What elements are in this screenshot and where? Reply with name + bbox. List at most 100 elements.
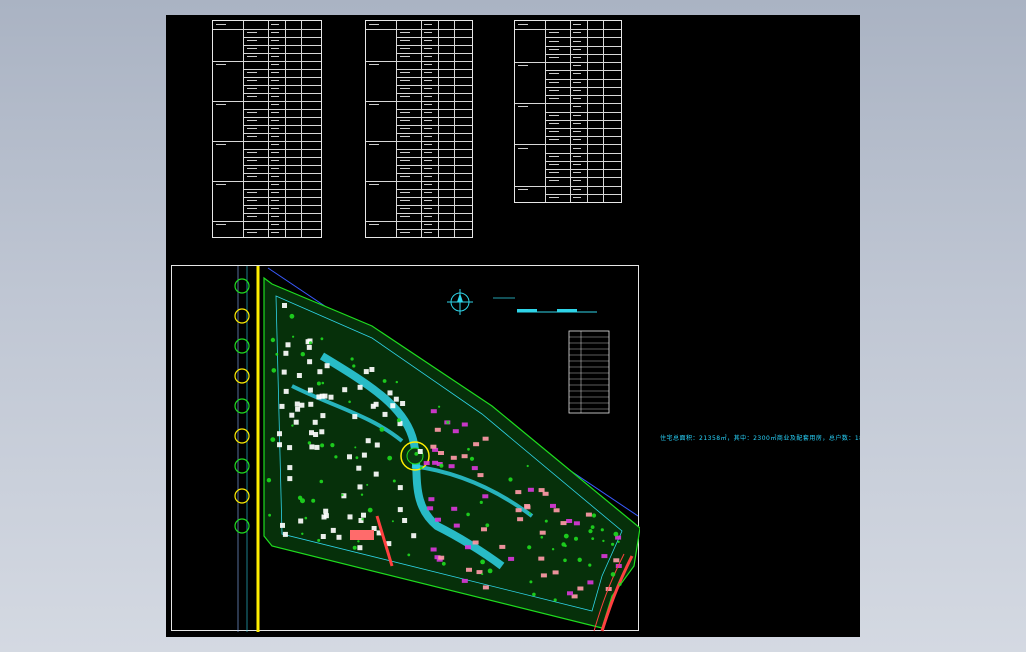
tree-symbol (311, 498, 316, 503)
building-footprint (448, 464, 455, 469)
table-cell-mark (247, 152, 257, 153)
building-footprint (527, 487, 534, 492)
table-row-line (243, 149, 321, 150)
table-cell-mark (216, 64, 226, 65)
building-footprint (320, 413, 326, 419)
tree-symbol (367, 507, 373, 513)
tree-symbol (407, 553, 411, 557)
building-footprint (319, 429, 325, 435)
table-cell-mark (549, 155, 559, 157)
table-cell-mark (271, 128, 279, 129)
table-row-line (396, 53, 472, 54)
building-footprint (481, 527, 487, 532)
tree-symbol (330, 443, 335, 448)
table-cell-mark (549, 40, 559, 42)
table-cell-mark (424, 232, 432, 233)
tree-symbol (321, 381, 325, 385)
building-footprint (387, 390, 393, 396)
table-cell-mark (424, 72, 432, 73)
table-column-line (570, 21, 571, 202)
table-cell-mark (549, 196, 559, 198)
table-cell-mark (271, 232, 279, 233)
tree-symbol (316, 381, 321, 386)
tree-symbol (611, 542, 615, 546)
table-row-line (396, 45, 472, 46)
table-row-line (366, 29, 472, 30)
table-row-line (545, 70, 621, 72)
cad-drawing-canvas[interactable]: 住宅总面积：21358㎡，其中：2300㎡商业及配套用房，总户数：183户 (166, 15, 860, 637)
building-footprint (277, 431, 282, 437)
building-footprint (373, 471, 379, 477)
table-column-line (301, 21, 302, 237)
entrance-building (350, 530, 374, 540)
table-cell-mark (247, 176, 257, 177)
table-cell-mark (573, 114, 581, 116)
building-footprint (553, 508, 560, 513)
table-row-line (396, 117, 472, 118)
table-cell-mark (247, 136, 257, 137)
table-cell-mark (424, 80, 432, 81)
plan-legend-table (568, 330, 610, 414)
table-cell-mark (247, 128, 257, 129)
building-footprint (524, 504, 531, 508)
tree-symbol (300, 352, 305, 357)
table-cell-mark (247, 56, 257, 57)
tree-symbol (414, 452, 419, 456)
tree-symbol (419, 466, 423, 470)
building-footprint (280, 522, 285, 528)
table-cell-mark (549, 48, 559, 50)
table-cell-mark (247, 200, 257, 201)
table-cell-mark (216, 104, 226, 105)
building-footprint (438, 451, 444, 455)
building-footprint (453, 523, 460, 528)
table-cell-mark (573, 48, 581, 50)
building-footprint (573, 521, 580, 526)
table-row-line (213, 29, 321, 30)
table-cell-mark (424, 56, 432, 57)
table-cell-mark (518, 65, 528, 67)
building-footprint (400, 401, 406, 406)
table-cell-mark (549, 163, 559, 165)
tree-symbol (301, 532, 304, 535)
table-row-line (243, 53, 321, 54)
building-footprint (473, 442, 480, 447)
tree-symbol (528, 512, 531, 515)
tree-symbol (391, 520, 394, 523)
building-footprint (515, 490, 522, 495)
table-cell-mark (247, 32, 257, 33)
data-table-2 (365, 20, 473, 238)
table-cell-mark (424, 200, 432, 201)
table-row-line (243, 205, 321, 206)
table-row-line (366, 61, 472, 62)
table-cell-mark (247, 80, 257, 81)
table-cell-mark (424, 216, 432, 217)
table-cell-mark (271, 24, 279, 25)
tree-symbol (395, 380, 398, 384)
building-footprint (298, 518, 304, 524)
table-row-line (213, 221, 321, 222)
table-cell-mark (271, 80, 279, 81)
table-cell-mark (400, 96, 410, 97)
building-footprint (587, 580, 594, 585)
tree-symbol (610, 572, 616, 577)
building-footprint (472, 540, 479, 545)
tree-symbol (352, 545, 357, 550)
table-cell-mark (424, 120, 432, 121)
table-cell-mark (549, 180, 559, 182)
tree-symbol (551, 548, 555, 551)
table-cell-mark (400, 112, 410, 113)
table-cell-mark (549, 114, 559, 116)
table-cell-mark (400, 128, 410, 129)
building-footprint (309, 430, 314, 436)
table-cell-mark (573, 172, 581, 174)
tree-symbol (467, 447, 470, 451)
table-row-line (396, 173, 472, 174)
table-cell-mark (369, 104, 379, 105)
table-cell-mark (400, 48, 410, 49)
table-row-line (396, 197, 472, 198)
building-footprint (402, 518, 408, 523)
tree-symbol (613, 531, 619, 537)
building-footprint (450, 455, 457, 460)
table-cell-mark (424, 64, 432, 65)
table-cell-mark (549, 122, 559, 124)
